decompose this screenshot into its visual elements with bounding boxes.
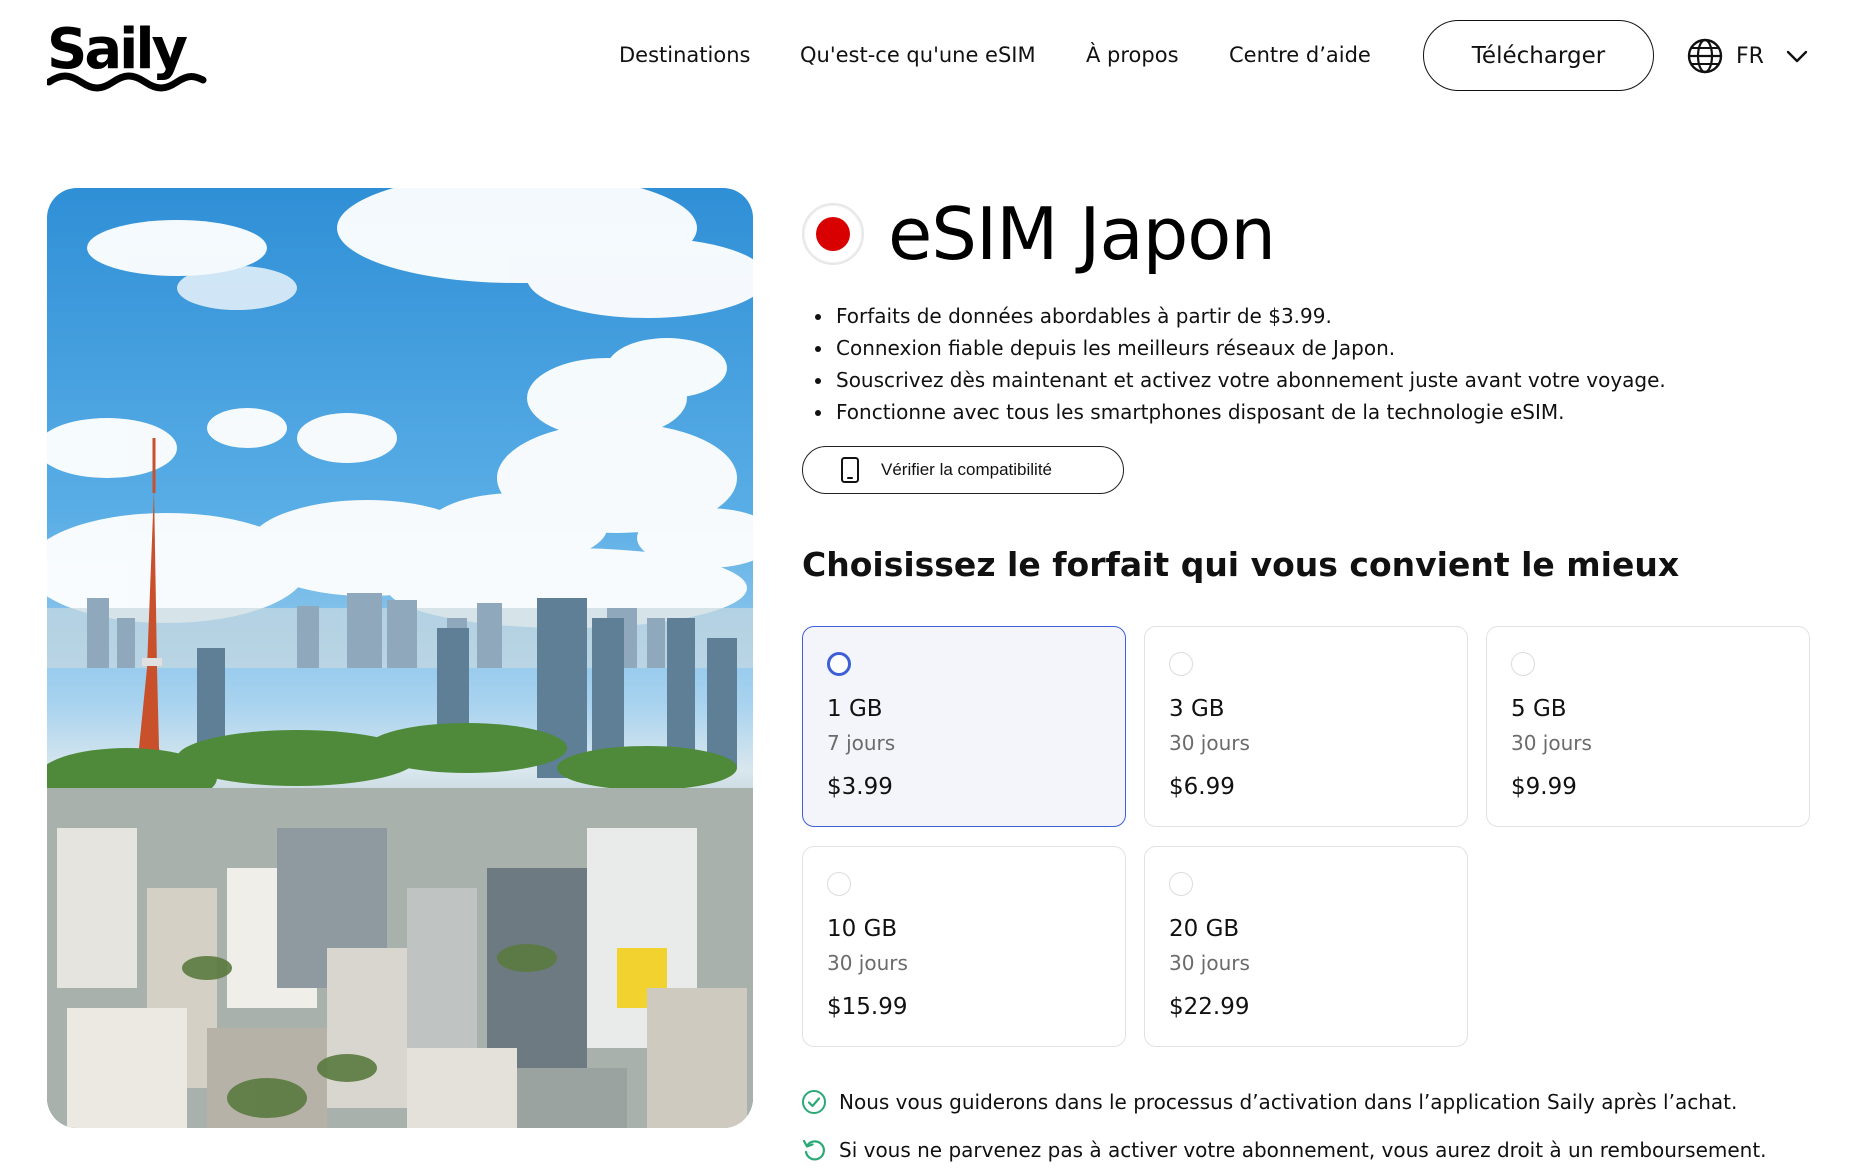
activation-guide-text: Nous vous guiderons dans le processus d’… bbox=[839, 1090, 1738, 1114]
plan-card-1gb[interactable]: 1 GB 7 jours $3.99 bbox=[802, 626, 1126, 827]
product-title: eSIM Japon bbox=[888, 192, 1276, 276]
plan-duration: 30 jours bbox=[1169, 731, 1250, 755]
feature-item: Fonctionne avec tous les smartphones dis… bbox=[812, 396, 1812, 428]
check-circle-icon bbox=[802, 1090, 826, 1114]
tokyo-skyline-illustration bbox=[47, 188, 753, 1128]
plan-radio-button[interactable] bbox=[827, 872, 851, 896]
plan-card-20gb[interactable]: 20 GB 30 jours $22.99 bbox=[1144, 846, 1468, 1047]
plan-duration: 30 jours bbox=[827, 951, 908, 975]
plan-radio-button[interactable] bbox=[1169, 872, 1193, 896]
activation-guide-note: Nous vous guiderons dans le processus d’… bbox=[801, 1086, 1737, 1118]
saily-logo[interactable]: Saily bbox=[47, 14, 207, 94]
plan-price: $6.99 bbox=[1169, 774, 1235, 800]
plan-duration: 7 jours bbox=[827, 731, 896, 755]
plan-card-10gb[interactable]: 10 GB 30 jours $15.99 bbox=[802, 846, 1126, 1047]
plan-duration: 30 jours bbox=[1169, 951, 1250, 975]
plan-price: $3.99 bbox=[827, 774, 893, 800]
nav-destinations[interactable]: Destinations bbox=[619, 40, 750, 70]
check-compatibility-label: Vérifier la compatibilité bbox=[881, 460, 1053, 479]
plan-data-amount: 10 GB bbox=[827, 916, 898, 942]
download-button[interactable]: Télécharger bbox=[1423, 20, 1654, 91]
plan-data-amount: 3 GB bbox=[1169, 696, 1225, 722]
refund-arrow-icon bbox=[802, 1139, 825, 1161]
plan-duration: 30 jours bbox=[1511, 731, 1592, 755]
nav-about[interactable]: À propos bbox=[1086, 40, 1179, 70]
site-header: Saily Destinations Qu'est-ce qu'une eSIM… bbox=[0, 0, 1851, 115]
feature-item: Souscrivez dès maintenant et activez vot… bbox=[812, 364, 1812, 396]
plan-radio-button[interactable] bbox=[1169, 652, 1193, 676]
plan-data-amount: 5 GB bbox=[1511, 696, 1567, 722]
plan-data-amount: 1 GB bbox=[827, 696, 883, 722]
plan-radio-button[interactable] bbox=[827, 652, 851, 676]
hero-image-tokyo-skyline bbox=[47, 188, 753, 1128]
plans-section-title: Choisissez le forfait qui vous convient … bbox=[802, 545, 1680, 584]
feature-list: Forfaits de données abordables à partir … bbox=[812, 300, 1812, 428]
flag-red-disc bbox=[816, 217, 850, 251]
feature-item: Connexion fiable depuis les meilleurs ré… bbox=[812, 332, 1812, 364]
language-selector[interactable]: FR bbox=[1686, 36, 1810, 76]
check-compatibility-button[interactable]: Vérifier la compatibilité bbox=[802, 446, 1124, 494]
plan-data-amount: 20 GB bbox=[1169, 916, 1240, 942]
nav-help-center[interactable]: Centre d’aide bbox=[1229, 40, 1371, 70]
globe-icon bbox=[1687, 38, 1723, 74]
plan-card-3gb[interactable]: 3 GB 30 jours $6.99 bbox=[1144, 626, 1468, 827]
refund-note: Si vous ne parvenez pas à activer votre … bbox=[801, 1134, 1767, 1166]
plan-price: $15.99 bbox=[827, 994, 908, 1020]
language-code: FR bbox=[1736, 43, 1764, 69]
chevron-down-icon bbox=[1786, 50, 1808, 63]
feature-item: Forfaits de données abordables à partir … bbox=[812, 300, 1812, 332]
plan-radio-button[interactable] bbox=[1511, 652, 1535, 676]
plan-price: $9.99 bbox=[1511, 774, 1577, 800]
logo-wave-icon bbox=[47, 72, 207, 92]
plan-card-5gb[interactable]: 5 GB 30 jours $9.99 bbox=[1486, 626, 1810, 827]
japan-flag-icon bbox=[802, 203, 864, 265]
plan-price: $22.99 bbox=[1169, 994, 1250, 1020]
nav-what-is-esim[interactable]: Qu'est-ce qu'une eSIM bbox=[800, 40, 1036, 70]
smartphone-icon bbox=[841, 457, 859, 483]
refund-text: Si vous ne parvenez pas à activer votre … bbox=[839, 1138, 1767, 1162]
